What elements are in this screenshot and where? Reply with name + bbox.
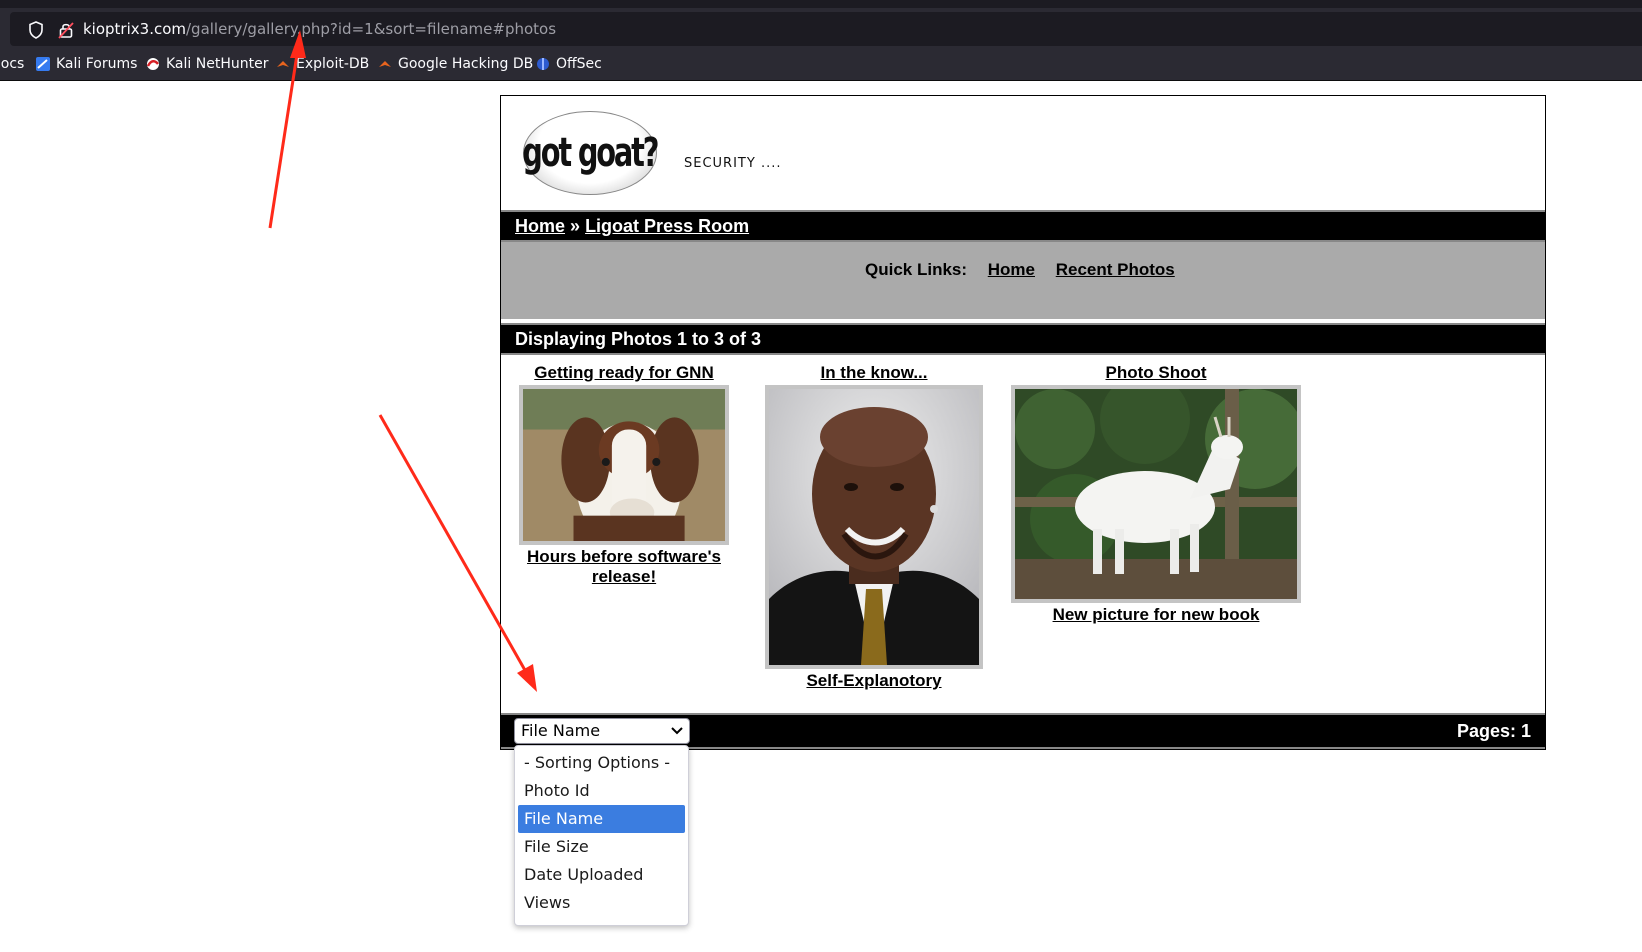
bookmark-label: Docs — [0, 56, 25, 72]
photo-item: In the know... Self-Explanotory — [765, 363, 983, 691]
url-bar: kioptrix3.com/gallery/gallery.php?id=1&s… — [0, 8, 1642, 50]
photo-item: Getting ready for GNN Hours before softw… — [519, 363, 729, 587]
sort-option-photo-id[interactable]: Photo Id — [518, 777, 685, 805]
bookmark-docs[interactable]: Docs — [0, 56, 24, 72]
url-path: /gallery/gallery.php?id=1&sort=filename#… — [186, 20, 557, 38]
shield-icon[interactable] — [28, 21, 44, 39]
gallery-footer-bar: File Name Pages: 1 — [501, 713, 1545, 749]
white-goat-image — [1015, 374, 1305, 599]
bookmark-kali-forums[interactable]: Kali Forums — [36, 56, 137, 72]
bookmark-offsec[interactable]: OffSec — [536, 56, 602, 72]
bookmarks-toolbar: Docs Kali Forums Kali NetHunter Exploit-… — [0, 50, 1642, 81]
photo-thumbnail[interactable] — [519, 385, 729, 549]
bookmark-label: Kali NetHunter — [166, 56, 269, 72]
caption-line-1: Hours before software's — [527, 547, 721, 566]
kali-forums-icon — [36, 57, 50, 71]
got-goat-logo[interactable]: got goat? — [522, 111, 660, 195]
sort-option-file-size[interactable]: File Size — [518, 833, 685, 861]
address-field[interactable]: kioptrix3.com/gallery/gallery.php?id=1&s… — [10, 12, 1642, 46]
sort-option-header[interactable]: - Sorting Options - — [518, 749, 685, 777]
exploitdb-icon — [277, 61, 289, 67]
photo-title-link[interactable]: Photo Shoot — [1011, 363, 1301, 383]
site-tagline: SECURITY .... — [684, 156, 782, 171]
chevron-down-icon — [671, 727, 683, 735]
quick-link-recent-photos[interactable]: Recent Photos — [1056, 260, 1175, 279]
photo-caption-link[interactable]: New picture for new book — [1011, 605, 1301, 625]
window-top-edge — [0, 0, 1642, 8]
sort-select-value: File Name — [521, 721, 601, 740]
bookmark-kali-nethunter[interactable]: Kali NetHunter — [146, 56, 268, 72]
sort-option-date-uploaded[interactable]: Date Uploaded — [518, 861, 685, 889]
photo-title-link[interactable]: In the know... — [765, 363, 983, 383]
breadcrumb-current-link[interactable]: Ligoat Press Room — [585, 216, 749, 236]
photo-caption-link[interactable]: Hours before software's release! — [519, 547, 729, 587]
lock-insecure-icon[interactable] — [58, 21, 74, 39]
bookmark-label: OffSec — [556, 56, 602, 72]
bookmark-google-hacking-db[interactable]: Google Hacking DB — [378, 56, 533, 72]
display-count-bar: Displaying Photos 1 to 3 of 3 — [501, 323, 1545, 355]
pages-label: Pages: 1 — [1456, 721, 1531, 741]
sort-option-file-name[interactable]: File Name — [518, 805, 685, 833]
ghdb-icon — [379, 61, 391, 67]
caption-line-2: release! — [591, 567, 657, 586]
man-portrait-image — [769, 389, 979, 665]
breadcrumb: Home » Ligoat Press Room — [501, 210, 1545, 242]
offsec-icon — [537, 58, 549, 70]
photo-item: Photo Shoot New picture for new book — [1011, 363, 1305, 625]
photo-thumbnail[interactable] — [1011, 374, 1305, 603]
photo-title-link[interactable]: Getting ready for GNN — [519, 363, 729, 383]
gallery-page: got goat? SECURITY .... Home » Ligoat Pr… — [500, 95, 1546, 750]
breadcrumb-home-link[interactable]: Home — [515, 216, 565, 236]
bookmark-label: Google Hacking DB — [398, 56, 534, 72]
quick-links-label: Quick Links: — [865, 260, 968, 279]
bookmark-label: Kali Forums — [56, 56, 138, 72]
photo-thumbnail[interactable] — [765, 385, 983, 669]
url-text[interactable]: kioptrix3.com/gallery/gallery.php?id=1&s… — [83, 20, 556, 38]
quick-links-bar: Quick Links: Home Recent Photos — [501, 242, 1545, 319]
logo-text: got goat? — [522, 130, 659, 176]
sort-option-views[interactable]: Views — [518, 889, 685, 917]
quick-link-home[interactable]: Home — [988, 260, 1035, 279]
sort-options-dropdown: - Sorting Options - Photo Id File Name F… — [514, 745, 689, 926]
bookmark-label: Exploit-DB — [296, 56, 370, 72]
sort-select[interactable]: File Name — [514, 718, 690, 744]
bookmark-exploit-db[interactable]: Exploit-DB — [276, 56, 369, 72]
goat-closeup-image — [523, 389, 725, 549]
photo-caption-link[interactable]: Self-Explanotory — [765, 671, 983, 691]
nethunter-icon — [146, 58, 159, 70]
breadcrumb-separator: » — [570, 216, 581, 236]
url-domain: kioptrix3.com — [83, 20, 186, 38]
